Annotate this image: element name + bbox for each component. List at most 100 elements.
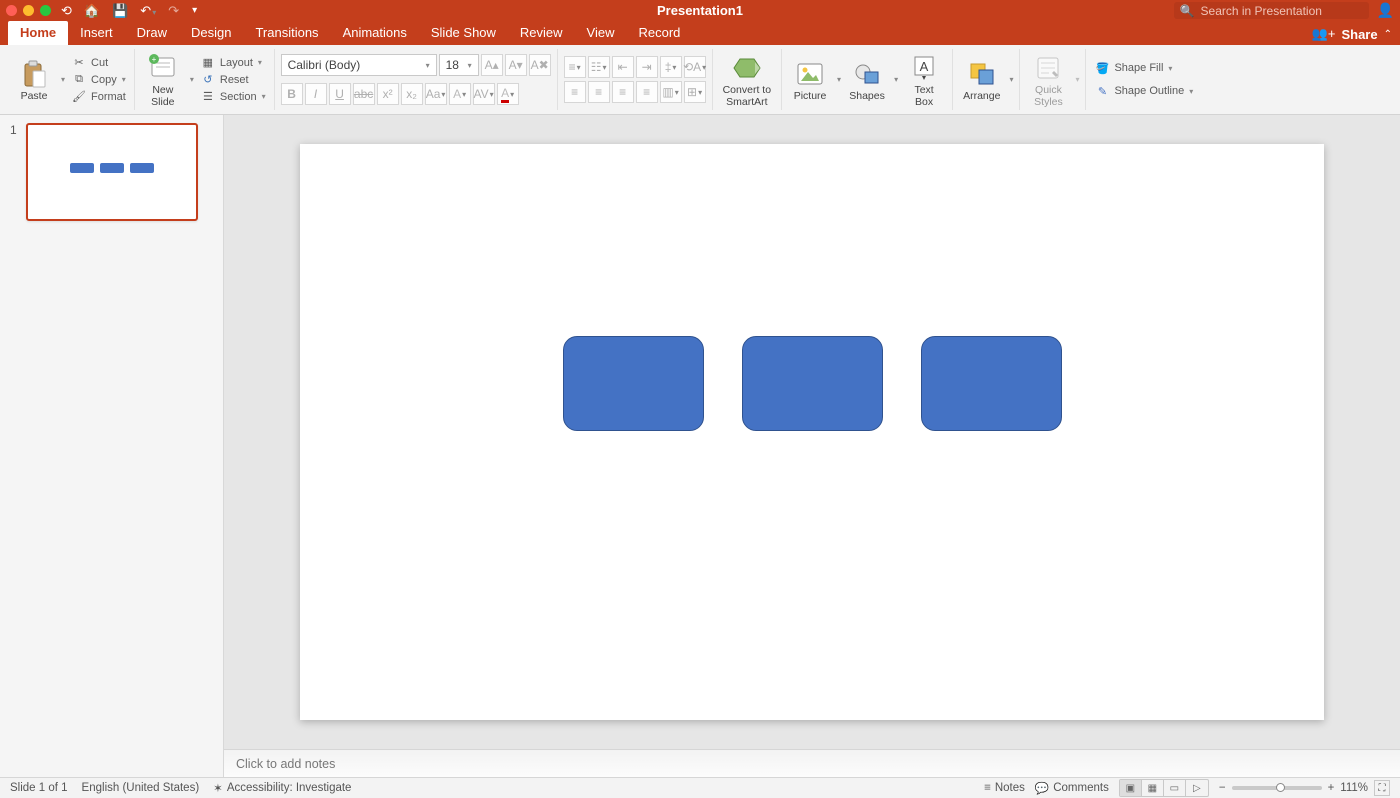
zoom-out-button[interactable]: −: [1219, 782, 1226, 794]
convert-smartart-button[interactable]: Convert to SmartArt: [719, 49, 775, 110]
shapes-button[interactable]: Shapes: [845, 55, 889, 105]
close-window-button[interactable]: [6, 5, 17, 16]
copy-icon: ⧉: [71, 73, 87, 86]
slide-canvas[interactable]: [300, 144, 1324, 720]
arrange-button[interactable]: Arrange: [959, 55, 1004, 105]
highlight-button[interactable]: A▾: [449, 83, 471, 105]
align-text-button[interactable]: ⊞▾: [684, 81, 706, 103]
text-box-button[interactable]: A Text Box: [902, 49, 946, 110]
format-painter-button[interactable]: 🖌Format: [69, 89, 128, 104]
subscript-button[interactable]: x₂: [401, 83, 423, 105]
save-icon[interactable]: 💾: [112, 3, 128, 19]
tab-review[interactable]: Review: [508, 21, 575, 45]
copy-button[interactable]: ⧉Copy▾: [69, 72, 128, 87]
accessibility-status[interactable]: ✶Accessibility: Investigate: [213, 781, 351, 795]
quickstyles-dropdown-icon[interactable]: ▾: [1075, 75, 1079, 84]
redo-icon[interactable]: ↷: [168, 3, 179, 19]
superscript-button[interactable]: x²: [377, 83, 399, 105]
paste-button[interactable]: Paste: [12, 55, 56, 105]
underline-button[interactable]: U: [329, 83, 351, 105]
minimize-window-button[interactable]: [23, 5, 34, 16]
align-center-button[interactable]: ≡: [588, 81, 610, 103]
numbering-button[interactable]: ☷▾: [588, 56, 610, 78]
decrease-indent-button[interactable]: ⇤: [612, 56, 634, 78]
autosave-icon[interactable]: ⟲: [61, 3, 72, 19]
zoom-control: − + 111% ⛶: [1219, 780, 1390, 796]
change-case-button[interactable]: Aa▾: [425, 83, 447, 105]
tab-home[interactable]: Home: [8, 21, 68, 45]
notes-input[interactable]: Click to add notes: [224, 749, 1400, 777]
increase-font-button[interactable]: A▴: [481, 54, 503, 76]
rounded-rectangle-shape-1[interactable]: [563, 336, 704, 431]
share-button[interactable]: 👥+ Share ⌃: [1304, 26, 1400, 45]
home-icon[interactable]: 🏠: [84, 3, 100, 19]
character-spacing-button[interactable]: AV▾: [473, 83, 495, 105]
zoom-in-button[interactable]: +: [1328, 782, 1335, 794]
slide-canvas-wrap[interactable]: [224, 115, 1400, 749]
tab-animations[interactable]: Animations: [331, 21, 419, 45]
quick-styles-button[interactable]: Quick Styles: [1026, 49, 1070, 110]
arrange-dropdown-icon[interactable]: ▾: [1009, 75, 1013, 84]
tab-insert[interactable]: Insert: [68, 21, 125, 45]
rounded-rectangle-shape-3[interactable]: [921, 336, 1062, 431]
language-status[interactable]: English (United States): [82, 782, 200, 794]
columns-button[interactable]: ▥▾: [660, 81, 682, 103]
font-name-select[interactable]: Calibri (Body)▾: [281, 54, 437, 76]
qat-customize-icon[interactable]: ▾: [192, 5, 197, 16]
text-direction-button[interactable]: ⟲A▾: [684, 56, 706, 78]
decrease-font-button[interactable]: A▾: [505, 54, 527, 76]
paste-dropdown-icon[interactable]: ▾: [61, 75, 65, 84]
user-account-icon[interactable]: 👤: [1377, 2, 1394, 19]
notes-toggle-button[interactable]: ≡Notes: [984, 782, 1025, 794]
tab-transitions[interactable]: Transitions: [243, 21, 330, 45]
reset-button[interactable]: ↺Reset: [198, 72, 268, 87]
clear-formatting-button[interactable]: A✖: [529, 54, 551, 76]
undo-icon[interactable]: ↶▾: [140, 3, 156, 19]
shapes-dropdown-icon[interactable]: ▾: [894, 75, 898, 84]
zoom-slider-knob[interactable]: [1276, 783, 1285, 792]
bullets-button[interactable]: ≡▾: [564, 56, 586, 78]
picture-dropdown-icon[interactable]: ▾: [837, 75, 841, 84]
tab-slide-show[interactable]: Slide Show: [419, 21, 508, 45]
zoom-slider[interactable]: [1232, 786, 1322, 790]
comments-button[interactable]: 💬Comments: [1035, 781, 1109, 795]
new-slide-button[interactable]: + New Slide: [141, 49, 185, 110]
rounded-rectangle-shape-2[interactable]: [742, 336, 883, 431]
reading-view-button[interactable]: ▭: [1164, 780, 1186, 796]
line-spacing-button[interactable]: ‡▾: [660, 56, 682, 78]
picture-button[interactable]: Picture: [788, 55, 832, 105]
new-slide-dropdown-icon[interactable]: ▾: [190, 75, 194, 84]
shape-outline-button[interactable]: ✎Shape Outline▾: [1092, 84, 1195, 99]
normal-view-button[interactable]: ▣: [1120, 780, 1142, 796]
tab-view[interactable]: View: [575, 21, 627, 45]
slide-thumbnail-1[interactable]: [26, 123, 198, 221]
shape-fill-button[interactable]: 🪣Shape Fill▾: [1092, 61, 1195, 76]
bold-button[interactable]: B: [281, 83, 303, 105]
slide-counter[interactable]: Slide 1 of 1: [10, 782, 68, 794]
layout-button[interactable]: ▦Layout▾: [198, 55, 268, 70]
slideshow-view-button[interactable]: ▷: [1186, 780, 1208, 796]
collapse-ribbon-icon[interactable]: ⌃: [1384, 29, 1392, 40]
font-size-select[interactable]: 18▾: [439, 54, 479, 76]
font-color-button[interactable]: A▾: [497, 83, 519, 105]
align-left-button[interactable]: ≡: [564, 81, 586, 103]
search-input[interactable]: 🔍 Search in Presentation: [1174, 2, 1369, 19]
maximize-window-button[interactable]: [40, 5, 51, 16]
italic-button[interactable]: I: [305, 83, 327, 105]
align-right-button[interactable]: ≡: [612, 81, 634, 103]
increase-indent-button[interactable]: ⇥: [636, 56, 658, 78]
section-button[interactable]: ☰Section▾: [198, 89, 268, 104]
tab-design[interactable]: Design: [179, 21, 243, 45]
slide-sorter-view-button[interactable]: ▦: [1142, 780, 1164, 796]
justify-button[interactable]: ≡: [636, 81, 658, 103]
strikethrough-button[interactable]: abc: [353, 83, 375, 105]
notes-placeholder: Click to add notes: [236, 757, 335, 771]
cut-button[interactable]: ✂Cut: [69, 55, 128, 70]
accessibility-icon: ✶: [213, 781, 223, 795]
paste-icon: [21, 57, 47, 91]
ribbon: Paste ▾ ✂Cut ⧉Copy▾ 🖌Format + New Slide …: [0, 45, 1400, 115]
fit-to-window-button[interactable]: ⛶: [1374, 780, 1390, 796]
tab-record[interactable]: Record: [627, 21, 693, 45]
zoom-percent[interactable]: 111%: [1340, 782, 1368, 794]
tab-draw[interactable]: Draw: [125, 21, 179, 45]
